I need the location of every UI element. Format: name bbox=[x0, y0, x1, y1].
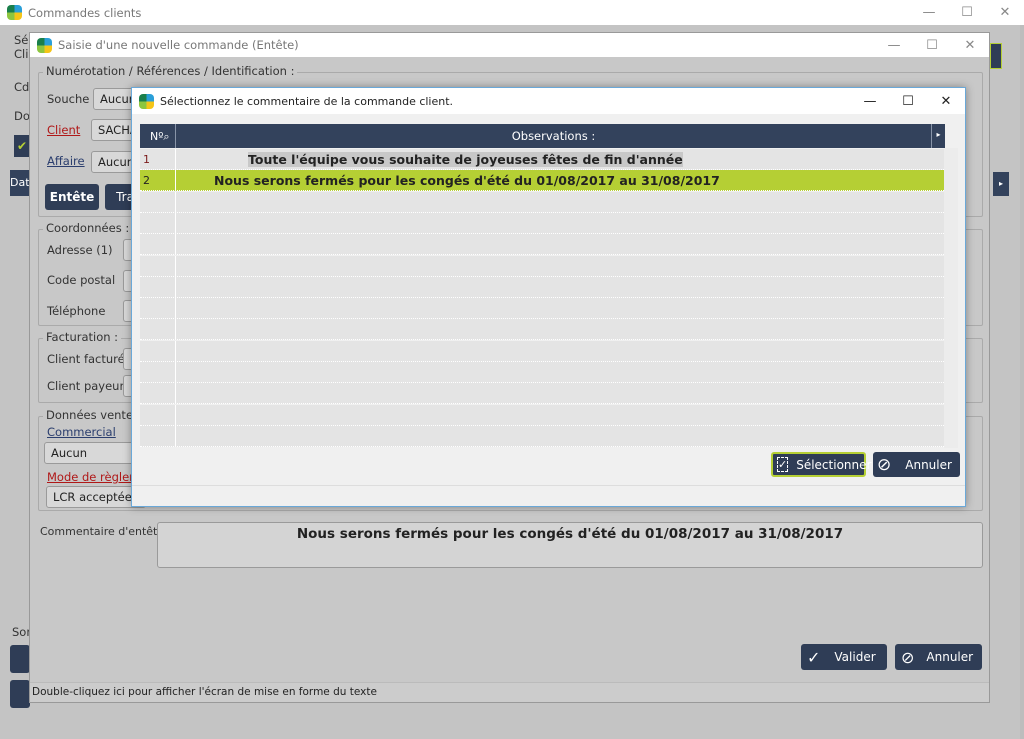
row-text bbox=[176, 256, 944, 276]
row-text bbox=[176, 341, 944, 361]
table-row[interactable] bbox=[140, 425, 944, 447]
row-text bbox=[176, 277, 944, 297]
row-text bbox=[176, 426, 944, 446]
cp-label: Code postal bbox=[47, 273, 116, 287]
row-num bbox=[140, 191, 176, 212]
client-payeur-label: Client payeur bbox=[47, 379, 125, 393]
minimize-icon[interactable]: — bbox=[910, 5, 948, 20]
close-icon[interactable]: ✕ bbox=[986, 5, 1024, 20]
scroll-right-icon[interactable]: ▸ bbox=[931, 124, 945, 148]
table-row[interactable] bbox=[140, 362, 944, 383]
row-num bbox=[140, 383, 176, 404]
row-text bbox=[176, 298, 944, 318]
row-num bbox=[140, 255, 176, 276]
grid-header: Nº⌕ Observations : ▸ bbox=[140, 124, 945, 148]
row-num: 2 bbox=[140, 170, 176, 191]
row-text: Toute l'équipe vous souhaite de joyeuses… bbox=[248, 152, 683, 167]
order-title: Saisie d'une nouvelle commande (Entête) bbox=[58, 38, 299, 52]
row-num bbox=[140, 340, 176, 361]
comment-label: Commentaire d'entête bbox=[40, 525, 165, 538]
column-observations[interactable]: Observations : bbox=[176, 124, 931, 148]
comment-select-dialog: Sélectionnez le commentaire de la comman… bbox=[131, 87, 966, 507]
cancel-button[interactable]: ⊘ Annuler bbox=[873, 452, 960, 477]
app-logo-icon bbox=[139, 93, 154, 109]
search-icon[interactable]: ⌕ bbox=[163, 130, 169, 143]
adresse-label: Adresse (1) bbox=[47, 243, 113, 257]
comment-field[interactable]: Nous serons fermés pour les congés d'été… bbox=[157, 522, 983, 568]
table-row[interactable] bbox=[140, 404, 944, 426]
close-icon[interactable]: ✕ bbox=[927, 94, 965, 109]
minimize-icon[interactable]: — bbox=[875, 38, 913, 53]
scroll-right-icon[interactable]: ▸ bbox=[993, 172, 1009, 196]
table-row[interactable] bbox=[140, 383, 944, 405]
row-text bbox=[176, 192, 944, 212]
cart-icon[interactable] bbox=[10, 645, 30, 673]
row-num: 1 bbox=[140, 149, 176, 169]
outer-titlebar: Commandes clients — ☐ ✕ bbox=[0, 0, 1024, 25]
app-logo-icon bbox=[37, 37, 52, 53]
client-link[interactable]: Client bbox=[47, 123, 80, 137]
affaire-link[interactable]: Affaire bbox=[47, 154, 85, 168]
vertical-scrollbar[interactable] bbox=[944, 148, 958, 448]
outer-title: Commandes clients bbox=[28, 5, 142, 20]
dialog-titlebar: Sélectionnez le commentaire de la comman… bbox=[132, 88, 965, 114]
column-header: Dat bbox=[10, 170, 30, 196]
commercial-link[interactable]: Commercial bbox=[47, 425, 116, 439]
row-text bbox=[176, 362, 944, 382]
row-num bbox=[140, 212, 176, 233]
table-row[interactable]: 2 Nous serons fermés pour les congés d'ét… bbox=[140, 170, 944, 192]
select-button[interactable]: ✓ Sélectionner bbox=[771, 452, 871, 477]
check-button[interactable]: ✔ bbox=[14, 135, 30, 157]
dialog-title: Sélectionnez le commentaire de la comman… bbox=[160, 94, 454, 108]
valider-button[interactable]: ✓ Valider bbox=[801, 644, 887, 670]
order-titlebar: Saisie d'une nouvelle commande (Entête) … bbox=[29, 32, 990, 57]
divider bbox=[132, 485, 965, 486]
row-num bbox=[140, 319, 176, 340]
table-row[interactable] bbox=[140, 212, 944, 234]
row-num bbox=[140, 234, 176, 255]
table-row[interactable] bbox=[140, 191, 944, 213]
row-num bbox=[140, 298, 176, 319]
row-text bbox=[176, 319, 944, 339]
row-num bbox=[140, 425, 176, 446]
partial-label: Cli bbox=[14, 47, 29, 61]
row-text bbox=[176, 234, 944, 254]
minimize-icon[interactable]: — bbox=[851, 94, 889, 109]
row-num bbox=[140, 362, 176, 382]
row-text bbox=[176, 383, 944, 403]
table-row[interactable] bbox=[140, 340, 944, 362]
row-num bbox=[140, 276, 176, 297]
maximize-icon[interactable]: ☐ bbox=[889, 94, 927, 109]
close-icon[interactable]: ✕ bbox=[951, 38, 989, 53]
cancel-icon: ⊘ bbox=[901, 647, 915, 667]
checkbox-icon: ✓ bbox=[777, 457, 789, 472]
table-row[interactable] bbox=[140, 255, 944, 277]
souche-label: Souche bbox=[47, 92, 90, 106]
table-row[interactable] bbox=[140, 319, 944, 341]
app-logo-icon bbox=[7, 5, 22, 20]
row-text bbox=[176, 213, 944, 233]
cancel-icon: ⊘ bbox=[877, 454, 892, 475]
column-num[interactable]: Nº⌕ bbox=[140, 124, 176, 148]
annuler-button[interactable]: ⊘ Annuler bbox=[895, 644, 982, 670]
maximize-icon[interactable]: ☐ bbox=[913, 38, 951, 53]
tel-label: Téléphone bbox=[47, 304, 106, 318]
document-icon[interactable] bbox=[10, 680, 30, 708]
commercial-field[interactable]: Aucun bbox=[44, 442, 144, 464]
check-circle-icon: ✓ bbox=[807, 647, 821, 667]
row-num bbox=[140, 404, 176, 425]
table-row[interactable] bbox=[140, 234, 944, 256]
maximize-icon[interactable]: ☐ bbox=[948, 5, 986, 20]
client-facture-label: Client facturé bbox=[47, 352, 125, 366]
tab-entete[interactable]: Entête bbox=[45, 184, 99, 210]
status-bar[interactable]: Double-cliquez ici pour afficher l'écran… bbox=[30, 682, 989, 702]
row-text: Nous serons fermés pour les congés d'été… bbox=[214, 173, 720, 189]
table-row[interactable]: 1 Toute l'équipe vous souhaite de joyeuse… bbox=[140, 149, 944, 170]
table-row[interactable] bbox=[140, 298, 944, 320]
table-row[interactable] bbox=[140, 276, 944, 298]
side-button[interactable] bbox=[990, 43, 1002, 69]
row-text bbox=[176, 405, 944, 425]
